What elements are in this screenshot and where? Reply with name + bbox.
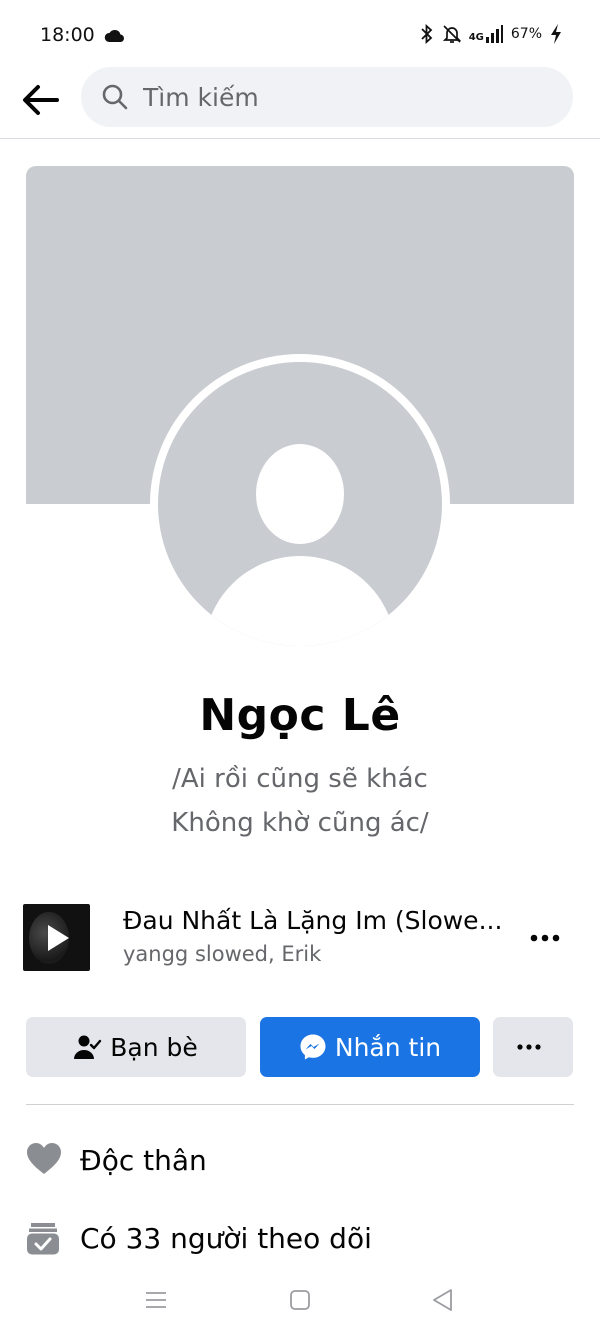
followers-icon xyxy=(27,1223,59,1255)
more-horizontal-icon xyxy=(517,1044,541,1050)
network-type: 4G xyxy=(468,32,484,43)
status-bar: 18:00 4G 67% xyxy=(0,0,600,70)
back-button[interactable] xyxy=(18,78,62,122)
friends-button[interactable]: Bạn bè xyxy=(26,1017,246,1077)
profile-music[interactable]: Đau Nhất Là Lặng Im (Slowe... yangg slow… xyxy=(23,904,573,972)
relationship-status-text: Độc thân xyxy=(80,1144,207,1177)
system-back-button[interactable] xyxy=(422,1282,462,1318)
recent-apps-button[interactable] xyxy=(136,1282,176,1318)
bluetooth-icon xyxy=(419,24,435,44)
home-button[interactable] xyxy=(280,1282,320,1318)
followers-count-text: Có 33 người theo dõi xyxy=(80,1222,372,1255)
followers-count[interactable]: Có 33 người theo dõi xyxy=(26,1214,574,1264)
person-check-icon xyxy=(74,1035,102,1059)
play-icon[interactable] xyxy=(45,923,71,953)
search-icon xyxy=(102,84,128,110)
divider xyxy=(26,1104,574,1105)
profile-bio-line-2: Không khờ cũng ác/ xyxy=(171,808,429,838)
system-nav-bar xyxy=(0,1266,600,1333)
menu-icon xyxy=(146,1292,166,1308)
friends-button-label: Bạn bè xyxy=(110,1032,198,1062)
status-time: 18:00 xyxy=(40,24,95,46)
heart-icon xyxy=(27,1143,61,1174)
triangle-back-icon xyxy=(433,1289,452,1311)
top-header xyxy=(0,64,600,139)
music-title: Đau Nhất Là Lặng Im (Slowe... xyxy=(123,906,503,935)
relationship-status: Độc thân xyxy=(26,1136,574,1186)
album-art[interactable] xyxy=(23,904,90,971)
message-button[interactable]: Nhắn tin xyxy=(260,1017,480,1077)
bell-muted-icon xyxy=(442,24,461,44)
arrow-left-icon xyxy=(23,85,59,115)
messenger-icon xyxy=(300,1034,326,1060)
search-input[interactable] xyxy=(141,81,545,113)
profile-bio-line-1: /Ai rồi cũng sẽ khác xyxy=(172,764,428,794)
signal-icon: 4G xyxy=(469,25,503,43)
profile-name: Ngọc Lê xyxy=(199,690,401,741)
battery-level: 67% xyxy=(510,26,542,42)
charging-icon xyxy=(550,24,562,44)
message-button-label: Nhắn tin xyxy=(334,1032,442,1062)
square-icon xyxy=(290,1290,310,1310)
music-more-button[interactable] xyxy=(525,920,565,956)
music-artist: yangg slowed, Erik xyxy=(123,942,322,966)
more-horizontal-icon xyxy=(530,934,560,942)
default-avatar-silhouette-icon xyxy=(158,362,442,646)
cloud-icon xyxy=(104,28,126,47)
more-actions-button[interactable] xyxy=(493,1017,573,1077)
profile-avatar[interactable] xyxy=(150,354,450,654)
search-bar[interactable] xyxy=(81,67,573,127)
status-icons: 4G 67% xyxy=(419,24,562,44)
